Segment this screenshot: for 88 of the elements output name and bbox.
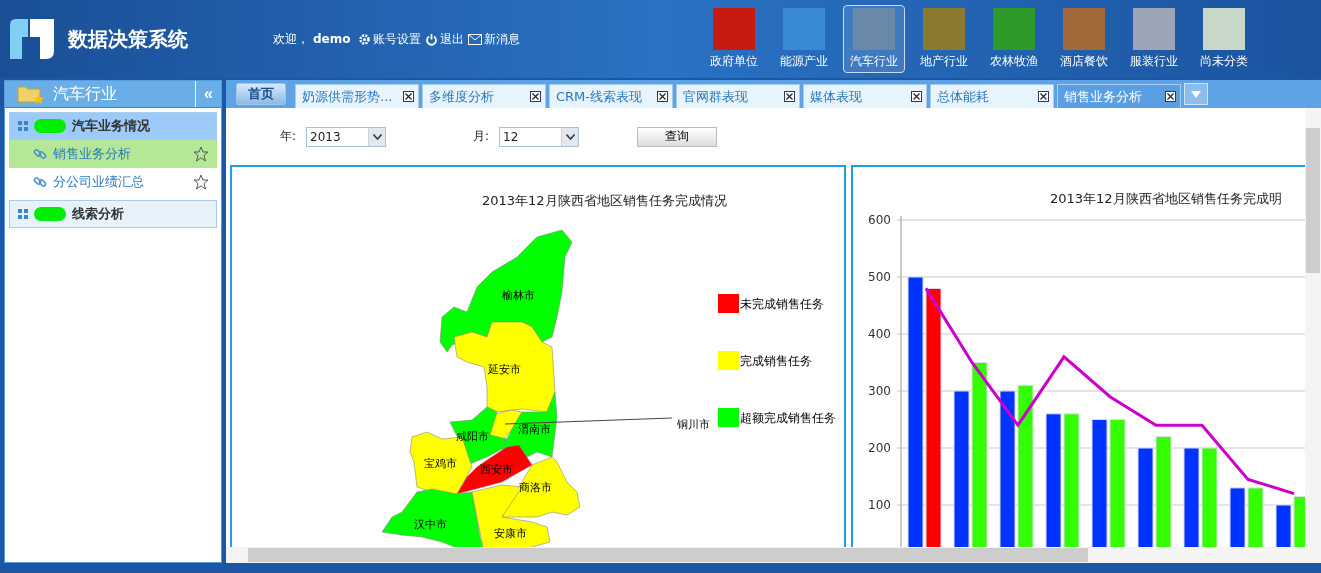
horizontal-scrollbar[interactable] bbox=[226, 547, 1321, 563]
category-button[interactable]: 农林牧渔 bbox=[983, 5, 1045, 73]
app-title: 数据决策系统 bbox=[68, 25, 189, 53]
folder-star-icon bbox=[17, 84, 45, 104]
photo-placeholder bbox=[1203, 8, 1245, 50]
axis-tick-label: 300 bbox=[868, 384, 891, 398]
region-label: 安康市 bbox=[493, 527, 527, 540]
power-icon bbox=[425, 32, 439, 46]
link-icon bbox=[33, 175, 47, 189]
query-button[interactable]: 查询 bbox=[637, 126, 717, 147]
region-label: 宝鸡市 bbox=[423, 457, 457, 470]
chart-title: 2013年12月陕西省地区销售任务完成明 bbox=[1050, 191, 1282, 206]
close-icon[interactable] bbox=[1038, 91, 1049, 102]
photo-placeholder bbox=[993, 8, 1035, 50]
sidebar-group[interactable]: 线索分析 bbox=[9, 200, 217, 228]
close-icon[interactable] bbox=[911, 91, 922, 102]
map-title: 2013年12月陕西省地区销售任务完成情况 bbox=[482, 193, 727, 208]
photo-placeholder bbox=[923, 8, 965, 50]
region-label: 商洛市 bbox=[518, 481, 552, 494]
legend-label: 未完成销售任务 bbox=[740, 297, 824, 311]
header-link[interactable]: 账号设置 bbox=[358, 30, 422, 48]
group-label: 汽车业务情况 bbox=[72, 117, 150, 135]
axis-tick-label: 200 bbox=[868, 441, 891, 455]
user-name: demo bbox=[313, 32, 351, 46]
axis-tick-label: 400 bbox=[868, 327, 891, 341]
star-icon[interactable] bbox=[193, 146, 209, 162]
category-button[interactable]: 能源产业 bbox=[773, 5, 835, 73]
caret-icon bbox=[565, 133, 575, 140]
close-icon[interactable] bbox=[403, 91, 414, 102]
region-label: 延安市 bbox=[487, 363, 521, 376]
axis-tick-label: 600 bbox=[868, 213, 891, 227]
photo-placeholder bbox=[783, 8, 825, 50]
category-button[interactable]: 酒店餐饮 bbox=[1053, 5, 1115, 73]
redaction-mark bbox=[34, 207, 66, 221]
photo-placeholder bbox=[1063, 8, 1105, 50]
vertical-scrollbar[interactable] bbox=[1305, 108, 1321, 547]
month-select[interactable]: 12 bbox=[499, 126, 579, 147]
photo-placeholder bbox=[713, 8, 755, 50]
region-label: 榆林市 bbox=[501, 289, 535, 302]
redaction-mark bbox=[34, 119, 66, 133]
link-icon bbox=[33, 147, 47, 161]
tab[interactable]: 奶源供需形势... bbox=[295, 84, 419, 108]
photo-placeholder bbox=[1133, 8, 1175, 50]
tab[interactable]: 销售业务分析 bbox=[1057, 84, 1181, 108]
caret-icon bbox=[372, 133, 382, 140]
region-label: 汉中市 bbox=[413, 518, 447, 531]
category-button[interactable]: 服装行业 bbox=[1123, 5, 1185, 73]
group-label: 线索分析 bbox=[72, 205, 124, 223]
tab[interactable]: CRM-线索表现 bbox=[549, 84, 673, 108]
header-link[interactable]: 退出 bbox=[425, 30, 465, 48]
legend-label: 超额完成销售任务 bbox=[740, 411, 836, 425]
region-label: 渭南市 bbox=[517, 423, 551, 436]
legend-label: 完成销售任务 bbox=[740, 354, 812, 368]
category-button[interactable]: 地产行业 bbox=[913, 5, 975, 73]
year-label: 年: bbox=[278, 128, 297, 145]
month-label: 月: bbox=[471, 128, 490, 145]
close-icon[interactable] bbox=[1165, 91, 1176, 102]
star-icon[interactable] bbox=[193, 174, 209, 190]
mail-icon bbox=[468, 33, 483, 45]
region-label: 西安市 bbox=[479, 463, 513, 476]
photo-placeholder bbox=[853, 8, 895, 50]
sidebar-title: 汽车行业 bbox=[53, 83, 118, 105]
gear-icon bbox=[358, 32, 372, 46]
chart-bar bbox=[1229, 487, 1246, 547]
grid-icon bbox=[18, 209, 28, 219]
axis-tick-label: 100 bbox=[868, 498, 891, 512]
axis-tick-label: 500 bbox=[868, 270, 891, 284]
close-icon[interactable] bbox=[530, 91, 541, 102]
chart-bar bbox=[1275, 504, 1292, 547]
close-icon[interactable] bbox=[657, 91, 668, 102]
tab[interactable]: 总体能耗 bbox=[930, 84, 1054, 108]
grid-icon bbox=[18, 121, 28, 131]
category-button[interactable]: 汽车行业 bbox=[843, 5, 905, 73]
close-icon[interactable] bbox=[784, 91, 795, 102]
tab[interactable]: 官网群表现 bbox=[676, 84, 800, 108]
chart-bar bbox=[1247, 487, 1264, 547]
sidebar-item[interactable]: 销售业务分析 bbox=[9, 140, 217, 168]
tab[interactable]: 媒体表现 bbox=[803, 84, 927, 108]
region-label: 铜川市 bbox=[677, 418, 710, 431]
header-link[interactable]: 新消息 bbox=[468, 30, 521, 48]
home-tab[interactable]: 首页 bbox=[236, 83, 286, 105]
category-button[interactable]: 政府单位 bbox=[703, 5, 765, 73]
welcome-text: 欢迎， bbox=[273, 30, 309, 48]
caret-icon bbox=[1191, 90, 1201, 98]
sidebar-group[interactable]: 汽车业务情况 bbox=[9, 112, 217, 140]
tab[interactable]: 多维度分析 bbox=[422, 84, 546, 108]
year-select[interactable]: 2013 bbox=[306, 126, 386, 147]
category-button[interactable]: 尚未分类 bbox=[1193, 5, 1255, 73]
